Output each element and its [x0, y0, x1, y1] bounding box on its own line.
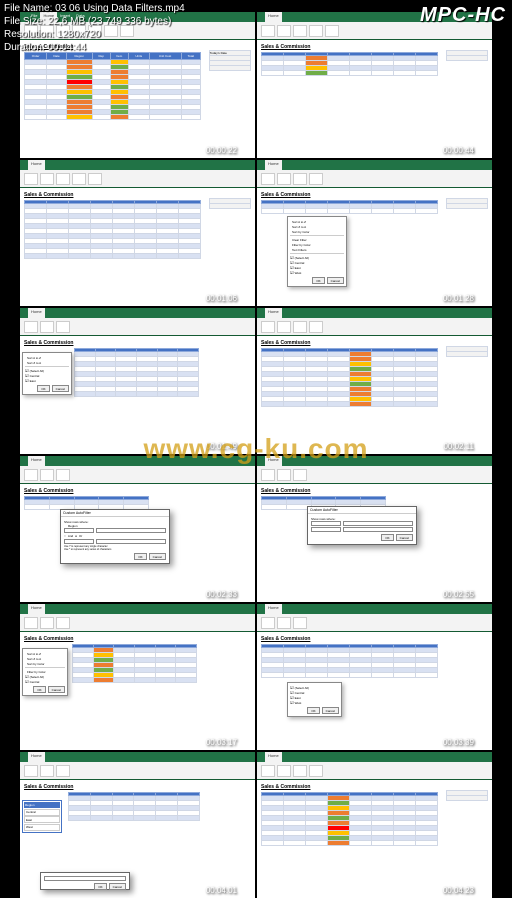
filter-dropdown[interactable]: Sort A to Z Sort Z to A Sort by Color Cl… [287, 216, 347, 287]
player-logo: MPC-HC [420, 2, 506, 28]
timestamp: 00:00:22 [206, 146, 237, 155]
filter-dropdown[interactable]: (Select All) Central East West OKCancel [287, 682, 342, 717]
ok-button[interactable]: OK [312, 277, 324, 284]
thumbnail-3[interactable]: Home Sales & Commission 00:01:06 [20, 160, 255, 306]
side-table: Today's Date [209, 50, 251, 71]
thumbnail-8[interactable]: Home Sales & Commission Custom AutoFilte… [257, 456, 492, 602]
thumbnail-7[interactable]: Home Sales & Commission Custom AutoFilte… [20, 456, 255, 602]
file-info-overlay: File Name: 03 06 Using Data Filters.mp4 … [4, 2, 185, 54]
thumbnail-2[interactable]: Home Sales & Commission 00:00:44 [257, 12, 492, 158]
filter-dropdown[interactable]: Sort A to Z Sort Z to A (Select All) Cen… [22, 352, 72, 395]
thumbnail-11[interactable]: Home Sales & Commission Region Central E… [20, 752, 255, 898]
watermark-text: www.cg-ku.com [143, 433, 368, 465]
custom-autofilter-dialog[interactable]: Custom AutoFilter Show rows where: OKCan… [307, 506, 417, 545]
filter-dropdown[interactable]: Sort A to Z Sort Z to A Sort by Color Fi… [22, 648, 68, 696]
slicer-panel[interactable]: Region Central East West [22, 800, 62, 833]
thumbnail-10[interactable]: Home Sales & Commission (Select All) Cen… [257, 604, 492, 750]
small-dialog[interactable]: OKCancel [40, 872, 130, 890]
play-icon [243, 146, 251, 156]
cancel-button[interactable]: Cancel [327, 277, 344, 284]
thumbnail-12[interactable]: Home Sales & Commission 00:04:23 [257, 752, 492, 898]
thumbnail-9[interactable]: Home Sales & Commission Sort A to Z Sort… [20, 604, 255, 750]
custom-autofilter-dialog[interactable]: Custom AutoFilter Show rows where: Regio… [60, 509, 170, 564]
data-table[interactable]: OrderDateRegionRepItemUnitsUnit CostTota… [24, 52, 201, 120]
thumbnail-4[interactable]: Home Sales & Commission Sort A to Z Sort… [257, 160, 492, 306]
